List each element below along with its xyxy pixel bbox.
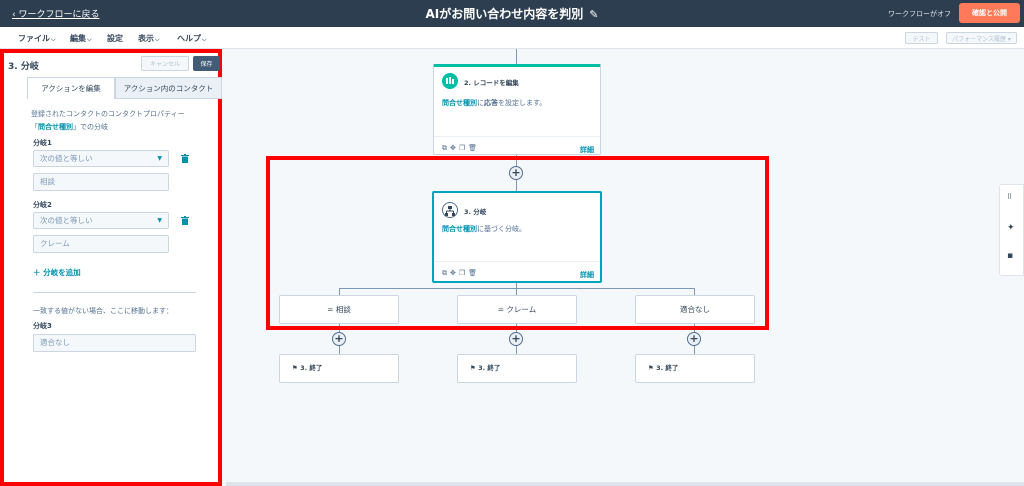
flag-icon: ⚑	[470, 364, 476, 372]
details-link[interactable]: 詳細	[580, 145, 594, 155]
card-value: 応答	[484, 99, 498, 107]
chevron-down-icon: ⌵	[87, 36, 92, 43]
end-label: 3. 終了	[300, 364, 323, 372]
branch2-label: 分岐2	[33, 201, 52, 209]
horizontal-scrollbar[interactable]	[226, 482, 1024, 486]
menu-bar: ファイル⌵ 編集⌵ 設定 表示⌵ ヘルプ⌵ テスト パフォーマンス履歴 ▾	[0, 27, 1024, 49]
menu-edit-label: 編集	[70, 34, 86, 43]
plus-icon: ＋	[33, 268, 41, 277]
flag-icon: ⚑	[648, 364, 654, 372]
card-title: 2. レコードを編集	[464, 79, 519, 87]
card-text: に	[477, 99, 484, 107]
action-edit-panel: 3. 分岐 キャンセル 保存 アクションを編集 アクション内のコンタクト 登録さ…	[0, 49, 222, 486]
performance-history-button[interactable]: パフォーマンス履歴 ▾	[946, 32, 1017, 44]
tab-edit-action[interactable]: アクションを編集	[27, 77, 115, 99]
add-action-icon[interactable]: +	[332, 332, 346, 346]
card-text: を設定します。	[498, 99, 547, 107]
right-tool-rail: ⠿ ✦ ▪	[999, 184, 1024, 276]
add-branch-label: 分岐を追加	[43, 268, 81, 277]
card-divider	[434, 136, 600, 137]
action-card-edit-record[interactable]: 2. レコードを編集 問合せ種別に応答を設定します。 ⧉✥❐🗑 詳細	[433, 64, 601, 155]
desc-text: 」での分岐	[73, 123, 108, 131]
card-description: 問合せ種別に応答を設定します。	[442, 98, 546, 108]
end-box-2[interactable]: ⚑ 3. 終了	[457, 354, 577, 383]
highlight-rectangle	[266, 156, 769, 330]
connector-line	[516, 49, 517, 64]
branch-description: 登録されたコンタクトのコンタクトプロパティー「問合せ種別」での分岐	[31, 108, 196, 134]
add-branch-button[interactable]: ＋ 分岐を追加	[33, 267, 81, 278]
end-label: 3. 終了	[478, 364, 501, 372]
comment-icon[interactable]: ▪	[1007, 251, 1013, 261]
branch1-value-input[interactable]: 相談	[33, 173, 169, 191]
trash-icon[interactable]	[181, 216, 189, 225]
chevron-down-icon: ⌵	[51, 36, 56, 43]
no-match-note: 一致する値がない場合、ここに移動します：	[33, 307, 173, 315]
copy-icon[interactable]: ⧉	[442, 144, 450, 152]
chevron-down-icon: ⌵	[155, 36, 160, 43]
end-label: 3. 終了	[656, 364, 679, 372]
menu-file[interactable]: ファイル⌵	[18, 33, 56, 44]
dropdown-value: 次の値と等しい	[40, 154, 93, 163]
cancel-button[interactable]: キャンセル	[141, 56, 189, 71]
add-action-icon[interactable]: +	[509, 332, 523, 346]
branch3-value-input[interactable]: 適合なし	[33, 334, 196, 352]
grid-icon[interactable]: ⠿	[1007, 193, 1012, 201]
tab-contacts-in-action[interactable]: アクション内のコンタクト	[115, 77, 222, 99]
branch3-label: 分岐3	[33, 322, 52, 330]
clone-icon[interactable]: ❐	[459, 144, 468, 152]
end-box-3[interactable]: ⚑ 3. 終了	[635, 354, 755, 383]
branch1-operator-dropdown[interactable]: 次の値と等しい ▼	[33, 150, 169, 167]
property-link[interactable]: 問合せ種別	[442, 99, 477, 107]
card-toolbar: ⧉✥❐🗑	[442, 144, 480, 153]
record-icon	[442, 73, 458, 89]
flag-icon: ⚑	[292, 364, 298, 372]
trash-icon[interactable]	[181, 154, 189, 163]
end-box-1[interactable]: ⚑ 3. 終了	[279, 354, 399, 383]
menu-view-label: 表示	[138, 34, 154, 43]
panel-title: 3. 分岐	[8, 62, 39, 72]
branch2-value-input[interactable]: クレーム	[33, 235, 169, 253]
top-bar: ‹ ワークフローに戻る AIがお問い合わせ内容を判別 ✎ ワークフローがオフ 確認…	[0, 0, 1024, 27]
caret-down-icon: ▼	[157, 155, 162, 162]
pencil-icon[interactable]: ✎	[589, 8, 598, 21]
sparkle-icon[interactable]: ✦	[1007, 223, 1015, 233]
menu-view[interactable]: 表示⌵	[138, 33, 160, 44]
save-button[interactable]: 保存	[193, 56, 220, 71]
workflow-title[interactable]: AIがお問い合わせ内容を判別	[426, 7, 584, 21]
review-and-publish-button[interactable]: 確認と公開	[959, 3, 1020, 23]
property-link[interactable]: 問合せ種別	[38, 123, 73, 131]
menu-settings[interactable]: 設定	[107, 33, 123, 44]
chevron-down-icon: ⌵	[202, 36, 207, 43]
workflow-status: ワークフローがオフ	[888, 10, 951, 18]
trash-icon[interactable]: 🗑	[468, 144, 480, 152]
workflow-title-wrap: AIがお問い合わせ内容を判別 ✎	[0, 5, 1024, 22]
branch1-label: 分岐1	[33, 139, 52, 147]
add-action-icon[interactable]: +	[687, 332, 701, 346]
menu-file-label: ファイル	[18, 34, 50, 43]
divider	[33, 292, 196, 293]
menu-edit[interactable]: 編集⌵	[70, 33, 92, 44]
menu-help[interactable]: ヘルプ⌵	[177, 33, 207, 44]
caret-down-icon: ▼	[157, 217, 162, 224]
menu-help-label: ヘルプ	[177, 34, 201, 43]
dropdown-value: 次の値と等しい	[40, 216, 93, 225]
move-icon[interactable]: ✥	[450, 144, 459, 152]
test-button[interactable]: テスト	[905, 32, 938, 44]
branch2-operator-dropdown[interactable]: 次の値と等しい ▼	[33, 212, 169, 229]
